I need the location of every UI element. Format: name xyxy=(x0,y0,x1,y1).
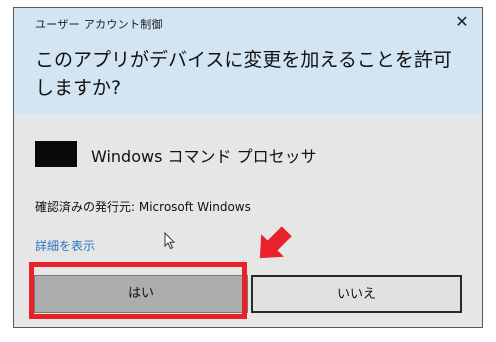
app-name: Windows コマンド プロセッサ xyxy=(91,147,317,166)
window-title: ユーザー アカウント制御 xyxy=(35,18,163,31)
command-prompt-icon xyxy=(35,141,77,167)
close-button[interactable]: ✕ xyxy=(452,12,472,32)
mouse-cursor-icon xyxy=(164,232,176,250)
permission-question: このアプリがデバイスに変更を加えることを許可しますか? xyxy=(35,49,452,99)
show-details-link[interactable]: 詳細を表示 xyxy=(35,237,95,254)
app-info-row: Windows コマンド プロセッサ xyxy=(35,141,455,167)
publisher-text: 確認済みの発行元: Microsoft Windows xyxy=(35,200,251,214)
dialog-header: ユーザー アカウント制御 ✕ このアプリがデバイスに変更を加えることを許可します… xyxy=(14,8,482,114)
no-button[interactable]: いいえ xyxy=(251,275,462,313)
highlight-box xyxy=(29,262,247,319)
red-arrow-icon xyxy=(259,226,292,259)
screenshot-stage: ユーザー アカウント制御 ✕ このアプリがデバイスに変更を加えることを許可します… xyxy=(0,0,496,342)
